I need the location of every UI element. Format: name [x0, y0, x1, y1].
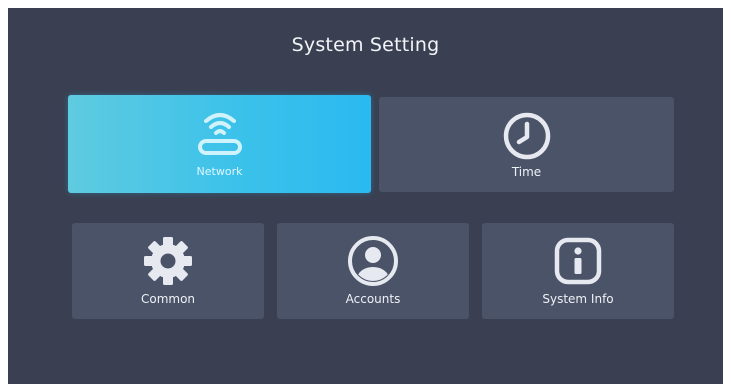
- tile-accounts[interactable]: Accounts: [277, 223, 469, 319]
- tile-system-info[interactable]: System Info: [482, 223, 674, 319]
- info-icon: [552, 235, 604, 292]
- page-title: System Setting: [291, 34, 440, 56]
- tile-common[interactable]: Common: [72, 223, 264, 319]
- user-icon: [347, 235, 399, 292]
- gear-icon: [142, 235, 194, 292]
- clock-icon: [502, 111, 552, 166]
- router-wifi-icon: [192, 107, 248, 164]
- tile-network-label: Network: [196, 165, 243, 178]
- tile-time[interactable]: Time: [379, 97, 674, 192]
- system-setting-screen: System Setting Network Time Common Accou…: [8, 8, 723, 384]
- tile-accounts-label: Accounts: [345, 292, 401, 306]
- tile-time-label: Time: [511, 165, 542, 179]
- tile-network[interactable]: Network: [68, 95, 371, 193]
- tile-system-info-label: System Info: [542, 292, 614, 306]
- tile-common-label: Common: [140, 292, 196, 306]
